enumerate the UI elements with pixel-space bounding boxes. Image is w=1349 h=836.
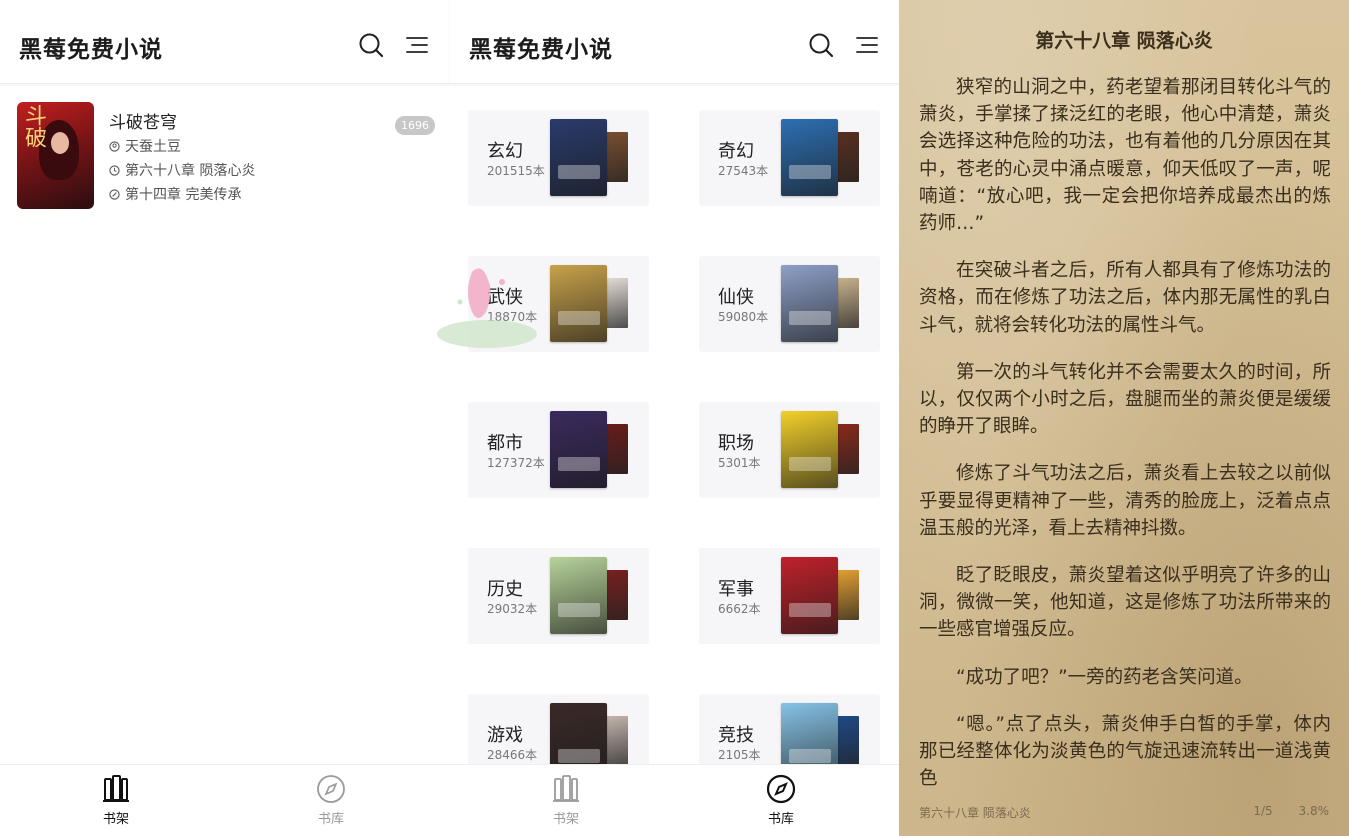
reader-paragraph: 眨了眨眼皮，萧炎望着这似乎明亮了许多的山洞，微微一笑，他知道，这是修炼了功法所带… — [919, 565, 1331, 641]
top-app-bar: 黑莓免费小说 — [450, 0, 899, 84]
category-cover — [781, 557, 838, 634]
bookshelf-screen: 黑莓免费小说 斗破 斗破苍穹 天蚕土豆 第六十八章 陨落心炎 第十四章 完美传承… — [0, 0, 450, 836]
app-title: 黑莓免费小说 — [469, 36, 613, 63]
bookshelf-icon — [553, 775, 579, 802]
category-card[interactable]: 军事 6662本 — [699, 548, 880, 644]
menu-lines-icon[interactable] — [854, 32, 880, 58]
unread-count-badge: 1696 — [395, 116, 435, 135]
book-last-read-row: 第六十八章 陨落心炎 — [109, 160, 255, 180]
category-cover — [550, 265, 607, 342]
app-title: 黑莓免费小说 — [19, 36, 163, 63]
nav-tab-library-label: 书库 — [767, 812, 794, 827]
reader-screen[interactable]: 第六十八章 陨落心炎 狭窄的山洞之中，药老望着那闭目转化斗气的萧炎，手掌揉了揉泛… — [899, 0, 1349, 836]
reader-paragraph: 修炼了斗气功法之后，萧炎看上去较之以前似乎要显得更精神了一些，清秀的脸庞上，泛着… — [919, 463, 1331, 539]
category-count: 5301本 — [718, 456, 761, 470]
category-cover — [550, 411, 607, 488]
nav-tab-library-label: 书库 — [317, 812, 344, 827]
nav-tab-bookshelf[interactable]: 书架 — [526, 773, 606, 827]
category-name: 奇幻 — [718, 141, 754, 162]
shelf-book-item[interactable]: 斗破 斗破苍穹 天蚕土豆 第六十八章 陨落心炎 第十四章 完美传承 1696 — [17, 102, 437, 210]
reader-paragraph: “成功了吧？”一旁的药老含笑问道。 — [956, 666, 1253, 688]
book-latest-row: 第十四章 完美传承 — [109, 184, 241, 204]
category-card[interactable]: 仙侠 59080本 — [699, 256, 880, 352]
book-cover[interactable]: 斗破 — [17, 102, 94, 209]
category-cover — [781, 411, 838, 488]
book-latest-chapter: 第十四章 完美传承 — [125, 187, 242, 203]
category-count: 29032本 — [487, 602, 538, 616]
nav-tab-library[interactable]: 书库 — [741, 773, 821, 827]
author-icon — [109, 140, 120, 152]
nav-tab-bookshelf-label: 书架 — [552, 812, 579, 827]
book-last-read: 第六十八章 陨落心炎 — [125, 163, 256, 179]
library-screen: 黑莓免费小说 玄幻 201515本 奇幻 27543本 武侠 18870本 仙侠… — [450, 0, 900, 836]
reader-status-bar: 第六十八章 陨落心炎 1/5 3.8% — [919, 804, 1329, 821]
category-card[interactable]: 都市 127372本 — [468, 402, 649, 498]
search-icon[interactable] — [808, 32, 834, 58]
reading-progress: 3.8% — [1298, 804, 1330, 818]
reader-paragraph: 第一次的斗气转化并不会需要太久的时间，所以，仅仅两个小时之后，盘腿而坐的萧炎便是… — [919, 361, 1331, 438]
category-name: 武侠 — [487, 287, 523, 308]
category-count: 59080本 — [718, 310, 769, 324]
category-card[interactable]: 职场 5301本 — [699, 402, 880, 498]
category-name: 职场 — [718, 433, 754, 454]
reader-text: 狭窄的山洞之中，药老望着那闭目转化斗气的萧炎，手掌揉了揉泛红的老眼，他心中清楚，… — [919, 74, 1331, 812]
bottom-navigation: 书架 书库 — [450, 764, 900, 836]
category-card[interactable]: 奇幻 27543本 — [699, 110, 880, 206]
category-count: 18870本 — [487, 310, 538, 324]
category-name: 历史 — [487, 579, 523, 600]
compass-icon — [317, 775, 345, 803]
book-title: 斗破苍穹 — [109, 113, 177, 133]
bottom-navigation: 书架 书库 — [0, 764, 450, 836]
category-count: 201515本 — [487, 164, 545, 178]
clock-icon — [109, 164, 120, 176]
screenshot-root: 黑莓免费小说 斗破 斗破苍穹 天蚕土豆 第六十八章 陨落心炎 第十四章 完美传承… — [0, 0, 1349, 836]
category-card[interactable]: 武侠 18870本 — [468, 256, 649, 352]
compass-icon — [766, 774, 796, 804]
category-name: 游戏 — [487, 725, 523, 746]
bookshelf-icon — [103, 775, 129, 802]
search-icon[interactable] — [358, 32, 384, 58]
category-count: 27543本 — [718, 164, 769, 178]
nav-tab-library[interactable]: 书库 — [291, 773, 371, 827]
category-count: 28466本 — [487, 748, 538, 762]
nav-tab-bookshelf-label: 书架 — [102, 812, 129, 827]
top-app-bar: 黑莓免费小说 — [0, 0, 450, 84]
category-name: 军事 — [718, 579, 754, 600]
category-name: 仙侠 — [718, 287, 754, 308]
category-count: 2105本 — [718, 748, 761, 762]
nav-tab-bookshelf[interactable]: 书架 — [76, 773, 156, 827]
category-card[interactable]: 玄幻 201515本 — [468, 110, 649, 206]
category-count: 6662本 — [718, 602, 761, 616]
page-indicator: 1/5 — [1253, 804, 1273, 818]
category-cover — [550, 557, 607, 634]
category-name: 都市 — [487, 433, 523, 454]
book-author-row: 天蚕土豆 — [109, 136, 181, 156]
menu-lines-icon[interactable] — [404, 32, 430, 58]
footer-chapter-name: 第六十八章 陨落心炎 — [919, 806, 1031, 820]
reader-paragraph: 狭窄的山洞之中，药老望着那闭目转化斗气的萧炎，手掌揉了揉泛红的老眼，他心中清楚，… — [919, 77, 1331, 235]
category-cover — [550, 119, 607, 196]
category-card[interactable]: 历史 29032本 — [468, 548, 649, 644]
category-name: 玄幻 — [487, 141, 523, 162]
reader-paragraph: 在突破斗者之后，所有人都具有了修炼功法的资格，而在修炼了功法之后，体内那无属性的… — [919, 260, 1331, 336]
book-author: 天蚕土豆 — [125, 139, 181, 155]
category-count: 127372本 — [487, 456, 545, 470]
compass-small-icon — [109, 188, 120, 200]
category-cover — [781, 119, 838, 196]
chapter-title: 第六十八章 陨落心炎 — [1035, 30, 1213, 52]
reader-paragraph: “嗯。”点了点头，萧炎伸手白皙的手掌，体内那已经整体化为淡黄色的气旋迅速流转出一… — [919, 713, 1331, 790]
category-name: 竞技 — [718, 725, 754, 746]
category-cover — [781, 265, 838, 342]
